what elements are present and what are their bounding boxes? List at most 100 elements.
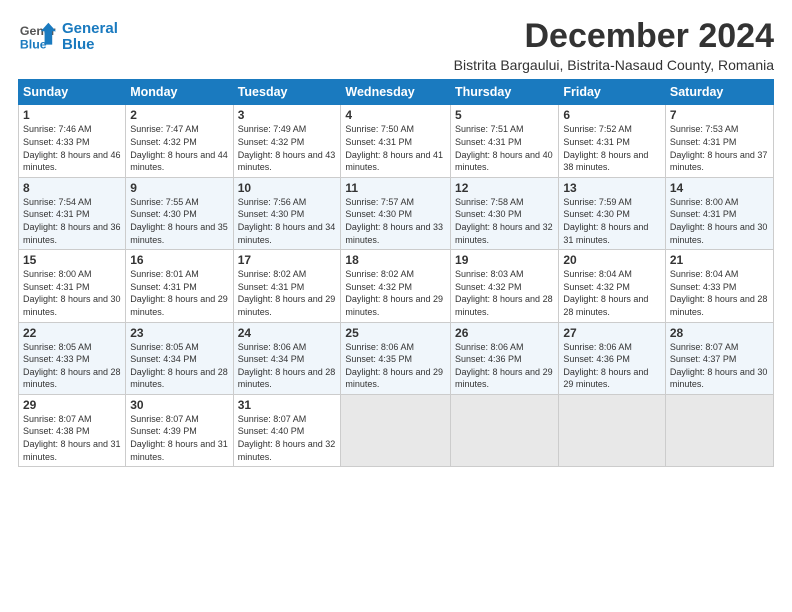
day-number: 25 bbox=[345, 326, 446, 340]
logo-text: GeneralBlue bbox=[62, 21, 118, 54]
day-number: 19 bbox=[455, 253, 554, 267]
col-friday: Friday bbox=[559, 80, 666, 105]
table-row: 23 Sunrise: 8:05 AMSunset: 4:34 PMDaylig… bbox=[126, 322, 233, 394]
table-row: 2 Sunrise: 7:47 AMSunset: 4:32 PMDayligh… bbox=[126, 105, 233, 177]
day-info: Sunrise: 7:53 AMSunset: 4:31 PMDaylight:… bbox=[670, 123, 769, 173]
day-number: 26 bbox=[455, 326, 554, 340]
table-row: 1 Sunrise: 7:46 AMSunset: 4:33 PMDayligh… bbox=[19, 105, 126, 177]
day-info: Sunrise: 8:00 AMSunset: 4:31 PMDaylight:… bbox=[23, 268, 121, 318]
day-number: 12 bbox=[455, 181, 554, 195]
day-number: 20 bbox=[563, 253, 661, 267]
day-info: Sunrise: 8:06 AMSunset: 4:36 PMDaylight:… bbox=[563, 341, 661, 391]
day-info: Sunrise: 8:02 AMSunset: 4:32 PMDaylight:… bbox=[345, 268, 446, 318]
table-row: 11 Sunrise: 7:57 AMSunset: 4:30 PMDaylig… bbox=[341, 177, 451, 249]
day-info: Sunrise: 8:04 AMSunset: 4:32 PMDaylight:… bbox=[563, 268, 661, 318]
day-info: Sunrise: 7:58 AMSunset: 4:30 PMDaylight:… bbox=[455, 196, 554, 246]
table-row: 9 Sunrise: 7:55 AMSunset: 4:30 PMDayligh… bbox=[126, 177, 233, 249]
table-row: 20 Sunrise: 8:04 AMSunset: 4:32 PMDaylig… bbox=[559, 250, 666, 322]
table-row: 4 Sunrise: 7:50 AMSunset: 4:31 PMDayligh… bbox=[341, 105, 451, 177]
day-number: 6 bbox=[563, 108, 661, 122]
day-number: 13 bbox=[563, 181, 661, 195]
day-info: Sunrise: 7:57 AMSunset: 4:30 PMDaylight:… bbox=[345, 196, 446, 246]
table-row: 7 Sunrise: 7:53 AMSunset: 4:31 PMDayligh… bbox=[665, 105, 773, 177]
day-info: Sunrise: 8:07 AMSunset: 4:37 PMDaylight:… bbox=[670, 341, 769, 391]
day-info: Sunrise: 7:49 AMSunset: 4:32 PMDaylight:… bbox=[238, 123, 337, 173]
table-row: 14 Sunrise: 8:00 AMSunset: 4:31 PMDaylig… bbox=[665, 177, 773, 249]
table-row: 12 Sunrise: 7:58 AMSunset: 4:30 PMDaylig… bbox=[451, 177, 559, 249]
table-row: 28 Sunrise: 8:07 AMSunset: 4:37 PMDaylig… bbox=[665, 322, 773, 394]
table-row: 6 Sunrise: 7:52 AMSunset: 4:31 PMDayligh… bbox=[559, 105, 666, 177]
table-row: 5 Sunrise: 7:51 AMSunset: 4:31 PMDayligh… bbox=[451, 105, 559, 177]
day-number: 23 bbox=[130, 326, 228, 340]
day-number: 2 bbox=[130, 108, 228, 122]
col-tuesday: Tuesday bbox=[233, 80, 341, 105]
table-row bbox=[341, 394, 451, 466]
day-info: Sunrise: 7:46 AMSunset: 4:33 PMDaylight:… bbox=[23, 123, 121, 173]
day-info: Sunrise: 8:06 AMSunset: 4:34 PMDaylight:… bbox=[238, 341, 337, 391]
col-monday: Monday bbox=[126, 80, 233, 105]
table-row: 22 Sunrise: 8:05 AMSunset: 4:33 PMDaylig… bbox=[19, 322, 126, 394]
table-row: 27 Sunrise: 8:06 AMSunset: 4:36 PMDaylig… bbox=[559, 322, 666, 394]
day-number: 21 bbox=[670, 253, 769, 267]
day-info: Sunrise: 8:03 AMSunset: 4:32 PMDaylight:… bbox=[455, 268, 554, 318]
day-number: 5 bbox=[455, 108, 554, 122]
day-info: Sunrise: 7:54 AMSunset: 4:31 PMDaylight:… bbox=[23, 196, 121, 246]
day-info: Sunrise: 8:05 AMSunset: 4:33 PMDaylight:… bbox=[23, 341, 121, 391]
table-row bbox=[559, 394, 666, 466]
day-number: 16 bbox=[130, 253, 228, 267]
day-number: 28 bbox=[670, 326, 769, 340]
day-number: 30 bbox=[130, 398, 228, 412]
table-row: 21 Sunrise: 8:04 AMSunset: 4:33 PMDaylig… bbox=[665, 250, 773, 322]
table-row: 8 Sunrise: 7:54 AMSunset: 4:31 PMDayligh… bbox=[19, 177, 126, 249]
day-number: 18 bbox=[345, 253, 446, 267]
day-info: Sunrise: 7:52 AMSunset: 4:31 PMDaylight:… bbox=[563, 123, 661, 173]
table-row: 19 Sunrise: 8:03 AMSunset: 4:32 PMDaylig… bbox=[451, 250, 559, 322]
table-row: 31 Sunrise: 8:07 AMSunset: 4:40 PMDaylig… bbox=[233, 394, 341, 466]
table-row: 10 Sunrise: 7:56 AMSunset: 4:30 PMDaylig… bbox=[233, 177, 341, 249]
calendar-row: 15 Sunrise: 8:00 AMSunset: 4:31 PMDaylig… bbox=[19, 250, 774, 322]
table-row: 29 Sunrise: 8:07 AMSunset: 4:38 PMDaylig… bbox=[19, 394, 126, 466]
day-number: 1 bbox=[23, 108, 121, 122]
col-thursday: Thursday bbox=[451, 80, 559, 105]
day-info: Sunrise: 8:00 AMSunset: 4:31 PMDaylight:… bbox=[670, 196, 769, 246]
day-number: 24 bbox=[238, 326, 337, 340]
day-info: Sunrise: 7:59 AMSunset: 4:30 PMDaylight:… bbox=[563, 196, 661, 246]
logo: General Blue GeneralBlue bbox=[18, 18, 118, 56]
col-wednesday: Wednesday bbox=[341, 80, 451, 105]
table-row: 26 Sunrise: 8:06 AMSunset: 4:36 PMDaylig… bbox=[451, 322, 559, 394]
col-saturday: Saturday bbox=[665, 80, 773, 105]
day-info: Sunrise: 8:06 AMSunset: 4:35 PMDaylight:… bbox=[345, 341, 446, 391]
table-row: 25 Sunrise: 8:06 AMSunset: 4:35 PMDaylig… bbox=[341, 322, 451, 394]
month-title: December 2024 bbox=[454, 18, 774, 55]
subtitle: Bistrita Bargaului, Bistrita-Nasaud Coun… bbox=[454, 57, 774, 73]
day-info: Sunrise: 7:51 AMSunset: 4:31 PMDaylight:… bbox=[455, 123, 554, 173]
day-number: 9 bbox=[130, 181, 228, 195]
day-number: 27 bbox=[563, 326, 661, 340]
day-info: Sunrise: 8:06 AMSunset: 4:36 PMDaylight:… bbox=[455, 341, 554, 391]
day-info: Sunrise: 8:01 AMSunset: 4:31 PMDaylight:… bbox=[130, 268, 228, 318]
table-row bbox=[451, 394, 559, 466]
title-block: December 2024 Bistrita Bargaului, Bistri… bbox=[454, 18, 774, 73]
table-row: 13 Sunrise: 7:59 AMSunset: 4:30 PMDaylig… bbox=[559, 177, 666, 249]
calendar-row: 1 Sunrise: 7:46 AMSunset: 4:33 PMDayligh… bbox=[19, 105, 774, 177]
day-number: 14 bbox=[670, 181, 769, 195]
table-row: 18 Sunrise: 8:02 AMSunset: 4:32 PMDaylig… bbox=[341, 250, 451, 322]
calendar-header-row: Sunday Monday Tuesday Wednesday Thursday… bbox=[19, 80, 774, 105]
day-number: 4 bbox=[345, 108, 446, 122]
logo-icon: General Blue bbox=[18, 18, 56, 56]
day-info: Sunrise: 8:02 AMSunset: 4:31 PMDaylight:… bbox=[238, 268, 337, 318]
calendar-row: 29 Sunrise: 8:07 AMSunset: 4:38 PMDaylig… bbox=[19, 394, 774, 466]
day-number: 7 bbox=[670, 108, 769, 122]
calendar-row: 22 Sunrise: 8:05 AMSunset: 4:33 PMDaylig… bbox=[19, 322, 774, 394]
day-info: Sunrise: 7:56 AMSunset: 4:30 PMDaylight:… bbox=[238, 196, 337, 246]
table-row: 16 Sunrise: 8:01 AMSunset: 4:31 PMDaylig… bbox=[126, 250, 233, 322]
svg-text:Blue: Blue bbox=[20, 37, 47, 51]
table-row: 30 Sunrise: 8:07 AMSunset: 4:39 PMDaylig… bbox=[126, 394, 233, 466]
table-row: 17 Sunrise: 8:02 AMSunset: 4:31 PMDaylig… bbox=[233, 250, 341, 322]
table-row bbox=[665, 394, 773, 466]
day-number: 29 bbox=[23, 398, 121, 412]
day-number: 31 bbox=[238, 398, 337, 412]
day-info: Sunrise: 7:47 AMSunset: 4:32 PMDaylight:… bbox=[130, 123, 228, 173]
day-number: 10 bbox=[238, 181, 337, 195]
day-number: 8 bbox=[23, 181, 121, 195]
